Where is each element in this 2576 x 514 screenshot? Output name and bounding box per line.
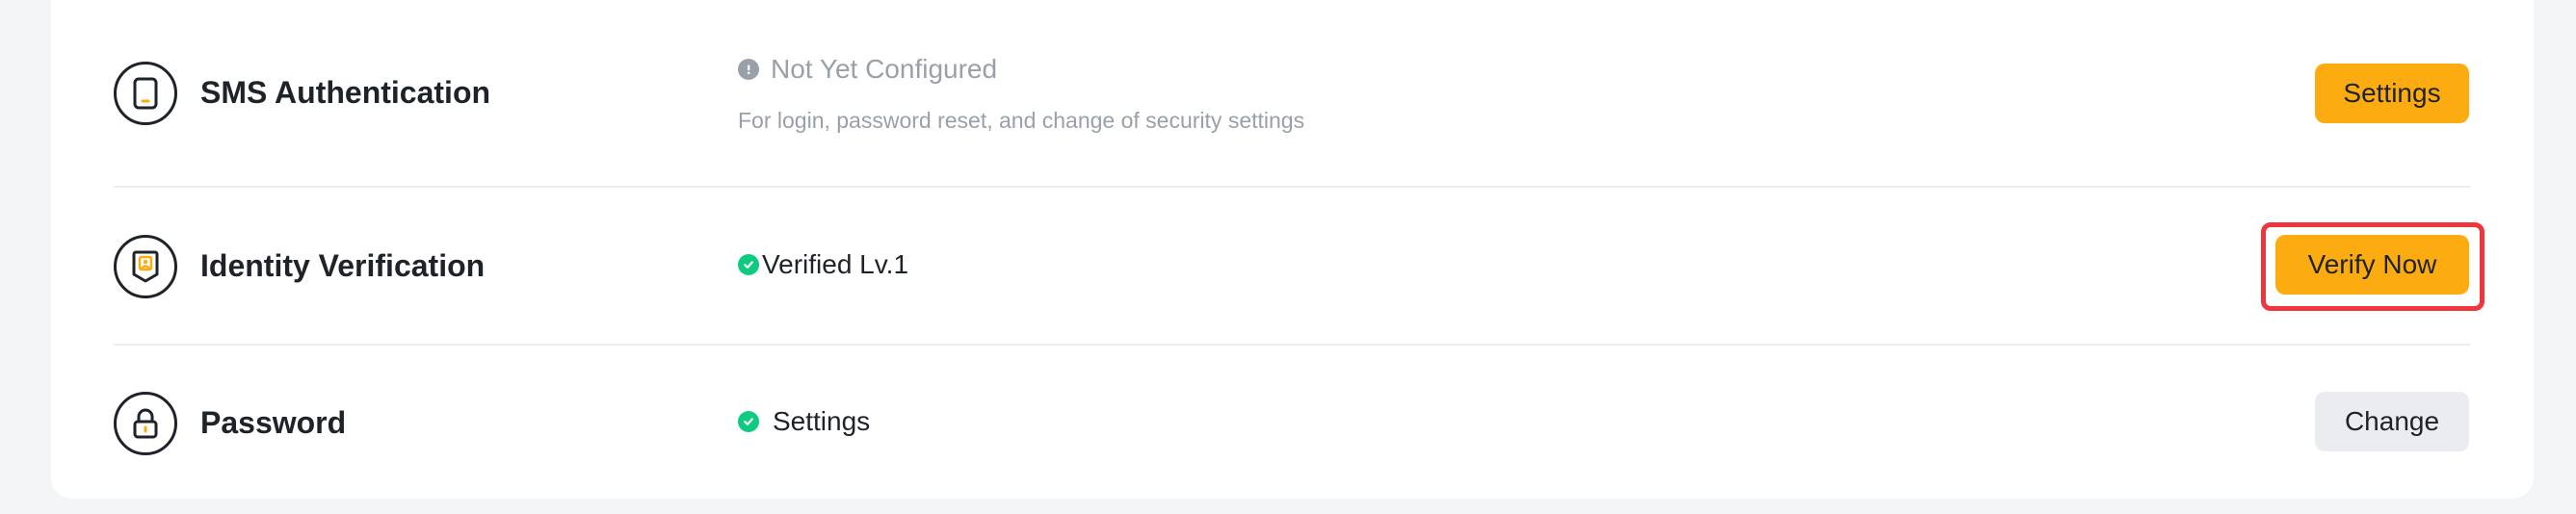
- info-icon: [738, 59, 759, 80]
- verify-now-button[interactable]: Verify Now: [2275, 235, 2469, 295]
- change-password-button[interactable]: Change: [2315, 392, 2469, 451]
- row-title: Password: [200, 405, 347, 440]
- status: Settings: [738, 406, 870, 437]
- sms-settings-button[interactable]: Settings: [2315, 64, 2469, 123]
- lock-icon: [114, 392, 177, 455]
- check-circle-icon: [738, 254, 759, 275]
- status-text: Not Yet Configured: [771, 54, 998, 84]
- check-circle-icon: [738, 411, 759, 432]
- status-description: For login, password reset, and change of…: [738, 108, 1305, 133]
- status: Not Yet Configured: [738, 54, 997, 85]
- status-text: Settings: [773, 406, 871, 436]
- id-badge-icon: [114, 235, 177, 298]
- row-title: SMS Authentication: [200, 75, 491, 110]
- row-title: Identity Verification: [200, 248, 486, 283]
- security-row-sms: SMS Authentication Not Yet Configured Fo…: [114, 0, 2470, 188]
- security-row-identity: Identity Verification Verified Lv.1 Veri…: [114, 188, 2484, 346]
- status: Verified Lv.1: [738, 249, 908, 280]
- status-text: Verified Lv.1: [762, 249, 909, 279]
- security-row-password: Password Settings Change: [114, 346, 2470, 500]
- phone-icon: [114, 62, 177, 125]
